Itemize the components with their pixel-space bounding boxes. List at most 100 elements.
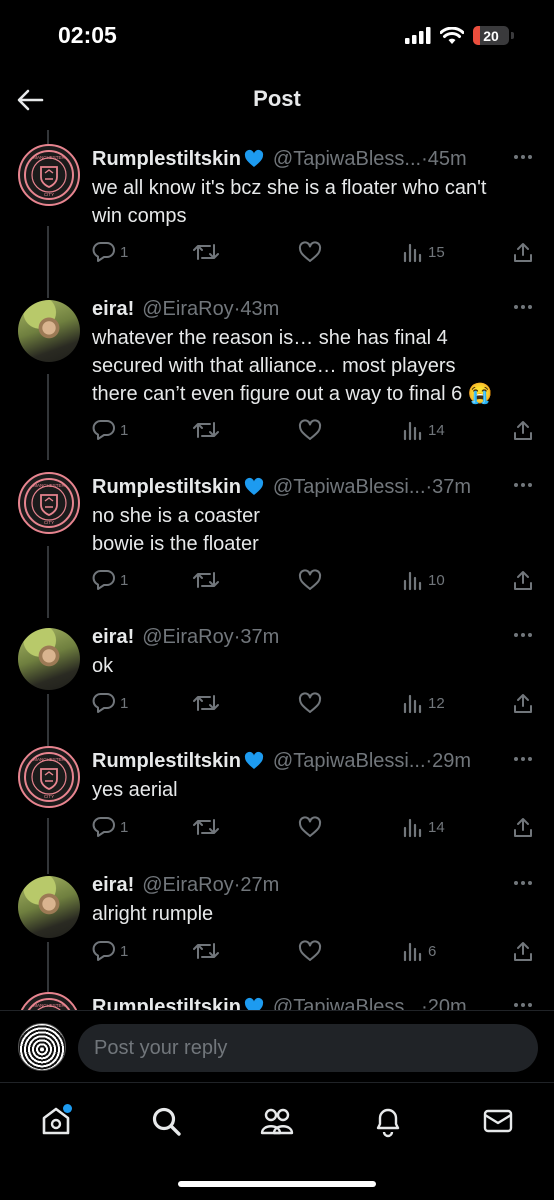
tweet-timestamp[interactable]: 29m: [432, 750, 471, 773]
status-icons: 20: [405, 26, 514, 45]
tweet-author-handle[interactable]: @EiraRoy: [142, 626, 233, 649]
share-icon: [514, 421, 532, 440]
views-button[interactable]: 15: [402, 238, 445, 266]
reply-button[interactable]: 1: [92, 813, 128, 841]
messages-icon: [483, 1109, 513, 1133]
views-button[interactable]: 14: [402, 416, 445, 444]
tab-search[interactable]: [146, 1101, 186, 1141]
repost-button[interactable]: [192, 813, 220, 841]
tweet-author-name[interactable]: eira!: [92, 874, 134, 897]
tweet-author-name[interactable]: eira!: [92, 626, 134, 649]
repost-button[interactable]: [192, 238, 220, 266]
club-crest-icon: MANCHESTER CITY: [24, 478, 74, 528]
tweet-actions: 1 14: [92, 416, 534, 444]
tweet-author-name[interactable]: Rumplestiltskin: [92, 750, 241, 773]
reply-button[interactable]: 1: [92, 566, 128, 594]
like-icon: [298, 569, 322, 590]
blue-heart-icon: [244, 477, 264, 495]
share-button[interactable]: [512, 566, 534, 594]
tab-communities[interactable]: [257, 1101, 297, 1141]
tweet-author-handle[interactable]: @EiraRoy: [142, 298, 233, 321]
tweet-author-name[interactable]: eira!: [92, 298, 134, 321]
reply-icon: [92, 242, 115, 262]
cellular-signal-icon: [405, 27, 431, 44]
tweet-author-handle[interactable]: @TapiwaBlessi...: [273, 750, 426, 773]
reply-icon: [92, 817, 115, 837]
tweet-separator: ·: [233, 873, 241, 896]
my-avatar[interactable]: [18, 1023, 66, 1071]
reply-input[interactable]: [78, 1024, 538, 1072]
tweet-avatar[interactable]: MANCHESTER CITY: [18, 144, 80, 206]
tweet-author-handle[interactable]: @EiraRoy: [142, 874, 233, 897]
tweet-author-handle[interactable]: @TapiwaBless...: [273, 148, 421, 171]
tweet-header: Rumplestiltskin @TapiwaBless... · 45m: [92, 144, 534, 174]
svg-text:MANCHESTER: MANCHESTER: [33, 757, 65, 762]
more-options-icon: [514, 483, 532, 487]
tab-home[interactable]: [36, 1101, 76, 1141]
tweet-timestamp[interactable]: 45m: [428, 148, 467, 171]
tweet-header: Rumplestiltskin @TapiwaBlessi... · 29m: [92, 746, 534, 776]
views-button[interactable]: 6: [402, 937, 436, 965]
blue-heart-icon: [244, 149, 264, 167]
tweet-author-name[interactable]: Rumplestiltskin: [92, 148, 241, 171]
tweet-avatar[interactable]: [18, 300, 80, 362]
like-button[interactable]: [298, 813, 322, 841]
views-icon: [403, 818, 422, 838]
repost-icon: [193, 422, 219, 438]
tweet-body: Rumplestiltskin @TapiwaBless... · 45m we…: [92, 144, 534, 230]
tweet-timestamp[interactable]: 37m: [432, 476, 471, 499]
share-button[interactable]: [512, 813, 534, 841]
reply-count: 1: [120, 421, 129, 439]
repost-button[interactable]: [192, 566, 220, 594]
more-options-button[interactable]: [512, 624, 534, 646]
view-count: 10: [428, 571, 445, 589]
repost-icon: [193, 695, 219, 711]
more-options-icon: [514, 881, 532, 885]
like-button[interactable]: [298, 566, 322, 594]
more-options-button[interactable]: [512, 872, 534, 894]
home-indicator: [178, 1181, 376, 1187]
tweet-separator: ·: [233, 625, 241, 648]
tweet-body: Rumplestiltskin @TapiwaBlessi... · 37m n…: [92, 472, 534, 558]
views-button[interactable]: 10: [402, 566, 445, 594]
like-button[interactable]: [298, 416, 322, 444]
tweet-timestamp[interactable]: 37m: [240, 626, 279, 649]
like-button[interactable]: [298, 937, 322, 965]
tab-messages[interactable]: [478, 1101, 518, 1141]
share-icon: [514, 942, 532, 961]
tab-notifications[interactable]: [368, 1101, 408, 1141]
more-options-icon: [514, 757, 532, 761]
more-options-button[interactable]: [512, 146, 534, 168]
more-options-button[interactable]: [512, 474, 534, 496]
tweet-timestamp[interactable]: 43m: [240, 298, 279, 321]
tweet-avatar[interactable]: MANCHESTER CITY: [18, 472, 80, 534]
reply-button[interactable]: 1: [92, 937, 128, 965]
repost-button[interactable]: [192, 689, 220, 717]
more-options-button[interactable]: [512, 748, 534, 770]
club-crest-icon: MANCHESTER CITY: [24, 752, 74, 802]
tweet-timestamp[interactable]: 27m: [240, 874, 279, 897]
reply-button[interactable]: 1: [92, 416, 128, 444]
tweet-actions: 1 14: [92, 813, 534, 841]
repost-button[interactable]: [192, 416, 220, 444]
reply-button[interactable]: 1: [92, 238, 128, 266]
repost-button[interactable]: [192, 937, 220, 965]
tweet-avatar[interactable]: MANCHESTER CITY: [18, 746, 80, 808]
share-button[interactable]: [512, 416, 534, 444]
like-button[interactable]: [298, 238, 322, 266]
views-button[interactable]: 14: [402, 813, 445, 841]
share-icon: [514, 571, 532, 590]
share-button[interactable]: [512, 937, 534, 965]
share-button[interactable]: [512, 238, 534, 266]
tweet-avatar[interactable]: [18, 876, 80, 938]
reply-button[interactable]: 1: [92, 689, 128, 717]
page-title: Post: [253, 86, 301, 111]
tweet-author-handle[interactable]: @TapiwaBlessi...: [273, 476, 426, 499]
tweet-author-name[interactable]: Rumplestiltskin: [92, 476, 241, 499]
share-button[interactable]: [512, 689, 534, 717]
like-button[interactable]: [298, 689, 322, 717]
like-icon: [298, 419, 322, 440]
views-button[interactable]: 12: [402, 689, 445, 717]
tweet-avatar[interactable]: [18, 628, 80, 690]
more-options-button[interactable]: [512, 296, 534, 318]
